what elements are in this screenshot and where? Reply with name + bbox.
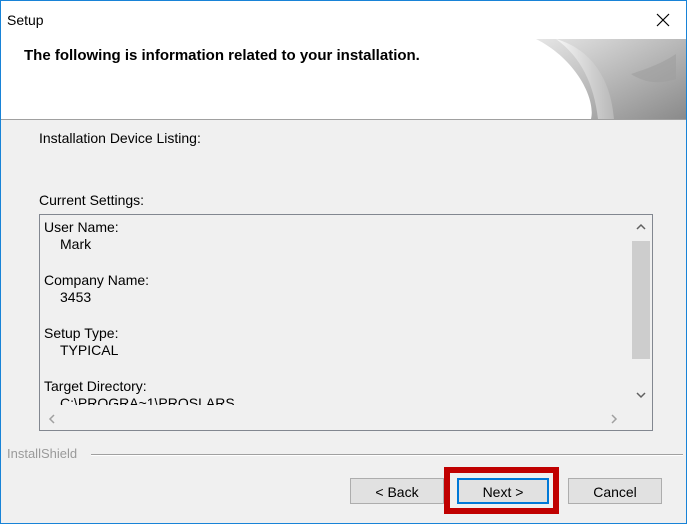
scroll-up-button[interactable] xyxy=(630,218,652,236)
setting-value: 3453 xyxy=(60,289,92,305)
close-button[interactable] xyxy=(640,1,686,39)
setting-user-name: User Name: Mark xyxy=(44,219,624,253)
setting-label: User Name: xyxy=(44,219,119,235)
installer-art-icon xyxy=(536,39,686,119)
setting-label: Company Name: xyxy=(44,272,150,288)
back-button[interactable]: < Back xyxy=(350,478,444,504)
setting-value: C:\PROGRA~1\PROSLARS xyxy=(60,395,235,405)
current-settings-label: Current Settings: xyxy=(39,192,145,208)
vertical-scrollbar[interactable] xyxy=(630,215,652,408)
setting-setup-type: Setup Type: TYPICAL xyxy=(44,325,624,359)
close-icon xyxy=(656,13,670,27)
device-listing-label: Installation Device Listing: xyxy=(39,130,201,146)
scroll-down-button[interactable] xyxy=(630,386,652,404)
scroll-thumb[interactable] xyxy=(632,241,650,359)
setting-value: Mark xyxy=(60,236,92,252)
scroll-left-icon xyxy=(48,414,55,424)
scroll-down-icon xyxy=(636,392,646,399)
window-title: Setup xyxy=(7,12,44,28)
setting-label: Setup Type: xyxy=(44,325,119,341)
scroll-left-button[interactable] xyxy=(44,410,60,428)
horizontal-scrollbar[interactable] xyxy=(40,408,630,430)
setting-target-directory: Target Directory: C:\PROGRA~1\PROSLARS xyxy=(44,378,624,405)
footer-divider xyxy=(91,454,683,456)
scroll-right-button[interactable] xyxy=(606,410,622,428)
scroll-up-icon xyxy=(636,223,646,230)
setup-window: Setup The following is information relat… xyxy=(0,0,687,524)
setting-label: Target Directory: xyxy=(44,378,147,394)
scroll-right-icon xyxy=(611,414,618,424)
installshield-brand: InstallShield xyxy=(7,446,78,461)
cancel-button[interactable]: Cancel xyxy=(568,478,662,504)
setting-value: TYPICAL xyxy=(60,342,119,358)
header-panel: The following is information related to … xyxy=(1,39,686,120)
header-title: The following is information related to … xyxy=(24,47,420,64)
setting-company-name: Company Name: 3453 xyxy=(44,272,624,306)
current-settings-textbox[interactable]: User Name: Mark Company Name: 3453 Setup… xyxy=(39,214,653,431)
next-button[interactable]: Next > xyxy=(457,478,549,504)
title-bar: Setup xyxy=(1,1,686,39)
settings-content: User Name: Mark Company Name: 3453 Setup… xyxy=(44,219,624,405)
